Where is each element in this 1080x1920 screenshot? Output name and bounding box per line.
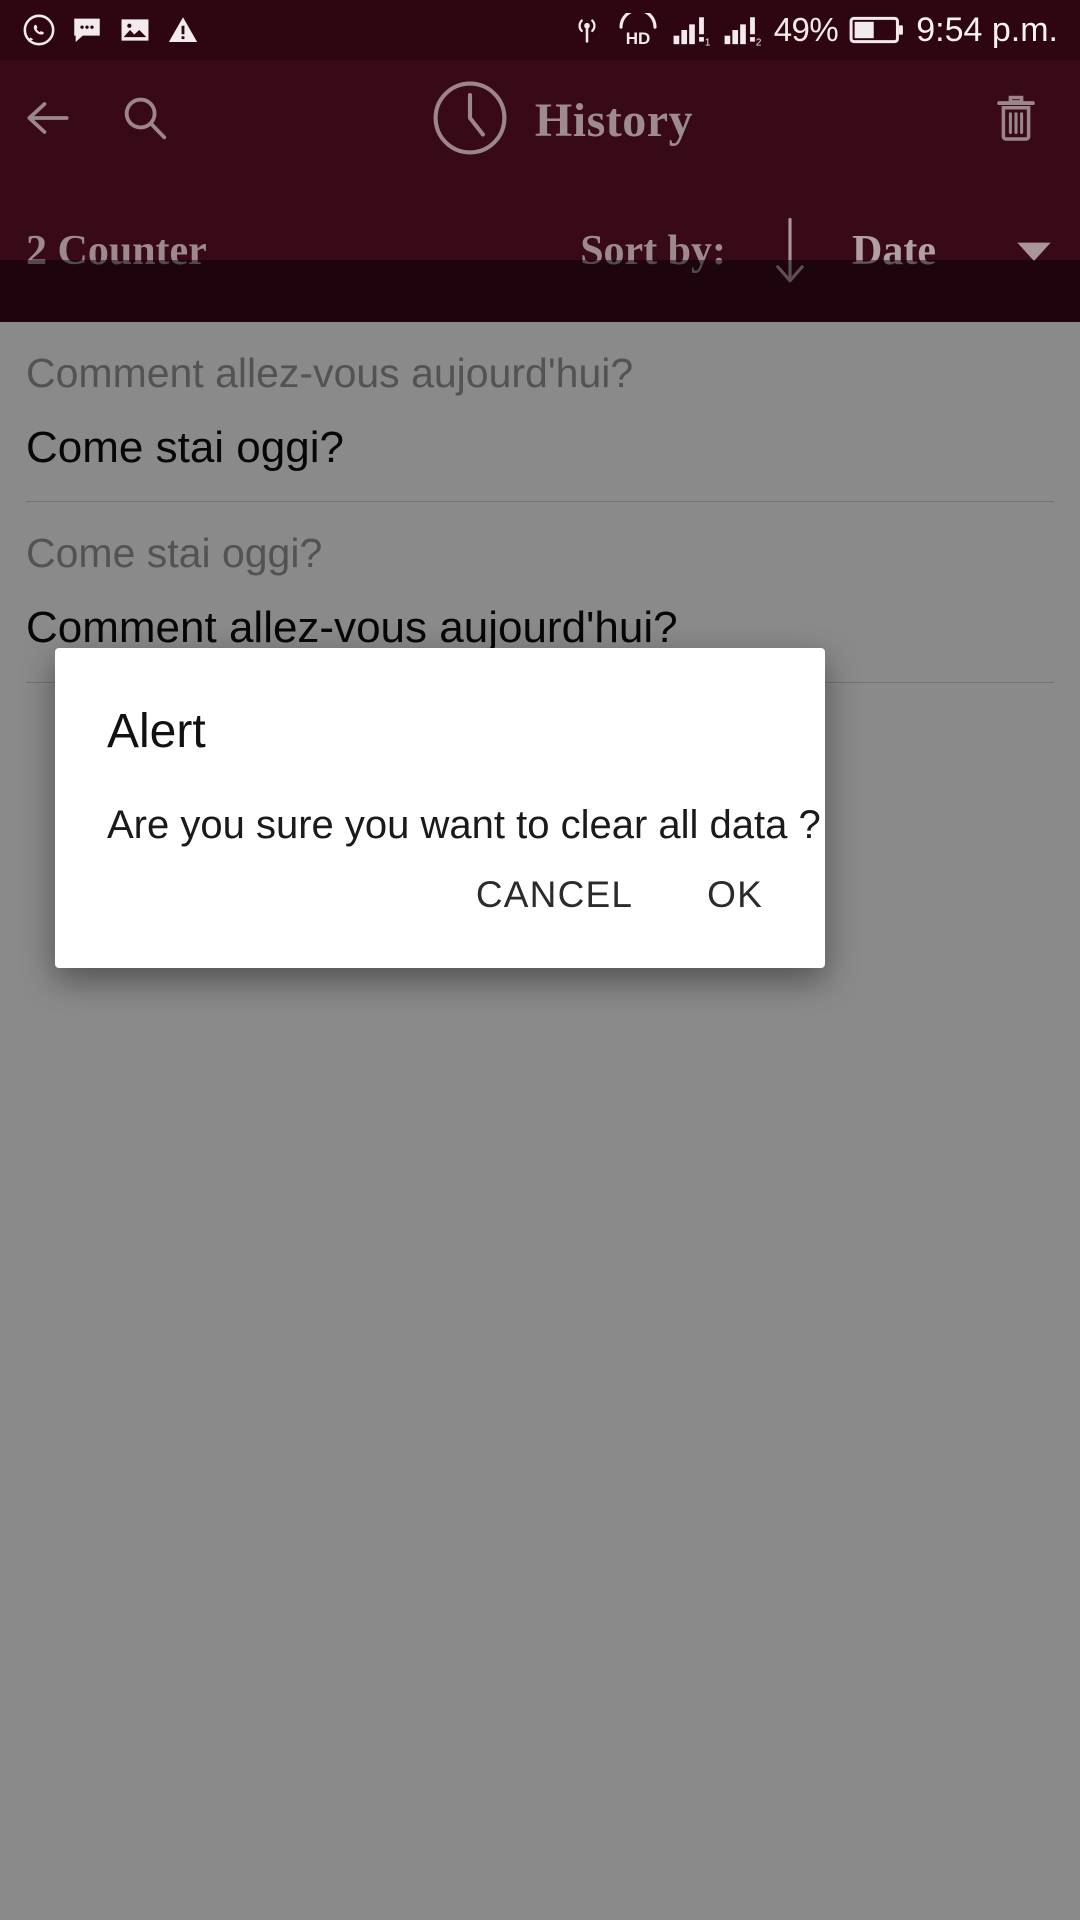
- signal-sim2-icon: 2: [723, 13, 763, 47]
- status-bar-left-icons: [22, 13, 200, 47]
- dialog-actions: CANCEL OK: [55, 856, 825, 968]
- dialog-scrim[interactable]: [0, 260, 1080, 1920]
- app-bar: History: [0, 60, 1080, 180]
- alert-dialog: Alert Are you sure you want to clear all…: [55, 648, 825, 968]
- warning-icon: [166, 13, 200, 47]
- status-bar: HD 1 2 49% 9:54 p.m.: [0, 0, 1080, 60]
- message-icon: [70, 13, 104, 47]
- whatsapp-icon: [22, 13, 56, 47]
- battery-percent-label: 49%: [773, 11, 839, 48]
- svg-text:2: 2: [756, 38, 762, 47]
- cancel-button[interactable]: CANCEL: [448, 856, 661, 934]
- clear-all-button[interactable]: [968, 60, 1064, 180]
- arrow-left-icon: [20, 90, 76, 151]
- clock-icon: [427, 75, 513, 166]
- hd-voice-icon: HD: [615, 13, 661, 47]
- dialog-message: Are you sure you want to clear all data …: [107, 802, 821, 847]
- phone-screen: HD 1 2 49% 9:54 p.m. History 2 Counter S…: [0, 0, 1080, 1920]
- signal-sim1-icon: 1: [672, 13, 712, 47]
- hotspot-icon: [570, 13, 604, 47]
- dialog-title: Alert: [107, 705, 206, 758]
- back-button[interactable]: [0, 60, 96, 180]
- ok-button[interactable]: OK: [679, 856, 791, 934]
- status-bar-right-icons: HD 1 2 49% 9:54 p.m.: [570, 11, 1058, 50]
- svg-text:1: 1: [705, 38, 711, 47]
- battery-icon: [849, 15, 905, 45]
- trash-icon: [988, 90, 1044, 151]
- page-title: History: [534, 93, 694, 147]
- image-icon: [118, 13, 152, 47]
- svg-text:HD: HD: [625, 29, 650, 47]
- app-bar-title-group: History: [152, 75, 968, 166]
- clock-time-label: 9:54 p.m.: [916, 10, 1058, 49]
